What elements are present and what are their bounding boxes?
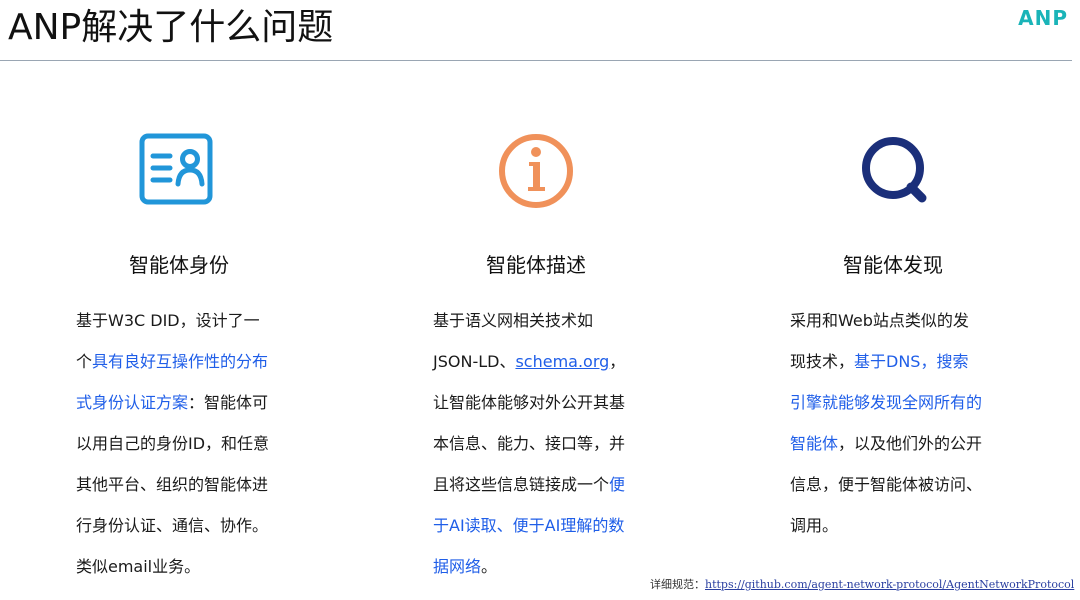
highlighted-text: 据网络 bbox=[433, 557, 482, 576]
body-text: 类似email业务。 bbox=[76, 557, 201, 576]
body-line: 让智能体能够对外公开其基 bbox=[433, 382, 663, 423]
body-line: 据网络。 bbox=[433, 546, 663, 587]
body-line: 且将这些信息链接成一个便 bbox=[433, 464, 663, 505]
body-text: 。 bbox=[481, 557, 498, 576]
body-line: 个具有良好互操作性的分布 bbox=[76, 341, 306, 382]
body-line: 现技术，基于DNS，搜索 bbox=[790, 341, 1020, 382]
body-line: 本信息、能力、接口等，并 bbox=[433, 423, 663, 464]
footer-reference: 详细规范：https://github.com/agent-network-pr… bbox=[650, 576, 1074, 592]
page-title: ANP解决了什么问题 bbox=[8, 7, 334, 48]
highlighted-text: 于AI读取、便于AI理解的数 bbox=[433, 516, 625, 535]
body-line: 采用和Web站点类似的发 bbox=[790, 300, 1020, 341]
column-heading: 智能体描述 bbox=[486, 253, 586, 277]
column-body: 基于语义网相关技术如 JSON-LD、schema.org， 让智能体能够对外公开其… bbox=[433, 300, 663, 587]
footer-label: 详细规范： bbox=[650, 578, 705, 591]
title-divider bbox=[0, 60, 1072, 61]
body-text: 现技术， bbox=[790, 352, 855, 371]
column-body: 基于W3C DID，设计了一 个具有良好互操作性的分布 式身份认证方案：智能体可 以用… bbox=[76, 300, 306, 587]
body-line: 其他平台、组织的智能体进 bbox=[76, 464, 306, 505]
body-text: 基于语义网相关技术如 bbox=[433, 311, 594, 330]
spec-link[interactable]: https://github.com/agent-network-protoco… bbox=[705, 578, 1074, 591]
body-line: 调用。 bbox=[790, 505, 1020, 546]
column-heading: 智能体身份 bbox=[129, 253, 229, 277]
highlighted-text: 便 bbox=[609, 475, 626, 494]
body-line: 类似email业务。 bbox=[76, 546, 306, 587]
body-text: 且将这些信息链接成一个 bbox=[433, 475, 610, 494]
schema-link[interactable]: schema.org bbox=[515, 352, 609, 371]
highlighted-text: 具有良好互操作性的分布 bbox=[92, 352, 269, 371]
body-text: 信息，便于智能体被访问、 bbox=[790, 475, 983, 494]
body-line: 信息，便于智能体被访问、 bbox=[790, 464, 1020, 505]
search-icon bbox=[856, 130, 936, 210]
body-text: ， bbox=[609, 352, 626, 371]
body-text: 其他平台、组织的智能体进 bbox=[76, 475, 269, 494]
body-line: 智能体，以及他们外的公开 bbox=[790, 423, 1020, 464]
body-text: JSON-LD、 bbox=[433, 352, 516, 371]
body-text: 个 bbox=[76, 352, 93, 371]
body-text: 基于W3C DID，设计了一 bbox=[76, 311, 260, 330]
body-text: 采用和Web站点类似的发 bbox=[790, 311, 969, 330]
body-line: 以用自己的身份ID，和任意 bbox=[76, 423, 306, 464]
body-line: 基于语义网相关技术如 bbox=[433, 300, 663, 341]
body-line: 式身份认证方案：智能体可 bbox=[76, 382, 306, 423]
body-line: 行身份认证、通信、协作。 bbox=[76, 505, 306, 546]
body-line: 引擎就能够发现全网所有的 bbox=[790, 382, 1020, 423]
column-body: 采用和Web站点类似的发 现技术，基于DNS，搜索 引擎就能够发现全网所有的 智能体，… bbox=[790, 300, 1020, 546]
body-text: ，以及他们外的公开 bbox=[838, 434, 983, 453]
id-card-icon bbox=[138, 130, 218, 210]
body-line: 于AI读取、便于AI理解的数 bbox=[433, 505, 663, 546]
body-text: 本信息、能力、接口等，并 bbox=[433, 434, 626, 453]
body-text: 调用。 bbox=[790, 516, 839, 535]
highlighted-text: 引擎就能够发现全网所有的 bbox=[790, 393, 983, 412]
body-text: 让智能体能够对外公开其基 bbox=[433, 393, 626, 412]
highlighted-text: 基于DNS，搜索 bbox=[854, 352, 969, 371]
body-text: ：智能体可 bbox=[188, 393, 269, 412]
highlighted-text: 式身份认证方案 bbox=[76, 393, 189, 412]
body-text: 行身份认证、通信、协作。 bbox=[76, 516, 269, 535]
column-heading: 智能体发现 bbox=[843, 253, 943, 277]
info-icon bbox=[496, 130, 576, 210]
body-line: JSON-LD、schema.org， bbox=[433, 341, 663, 382]
anp-logo: ANP bbox=[1018, 6, 1068, 30]
highlighted-text: 智能体 bbox=[790, 434, 839, 453]
body-text: 以用自己的身份ID，和任意 bbox=[76, 434, 270, 453]
body-line: 基于W3C DID，设计了一 bbox=[76, 300, 306, 341]
